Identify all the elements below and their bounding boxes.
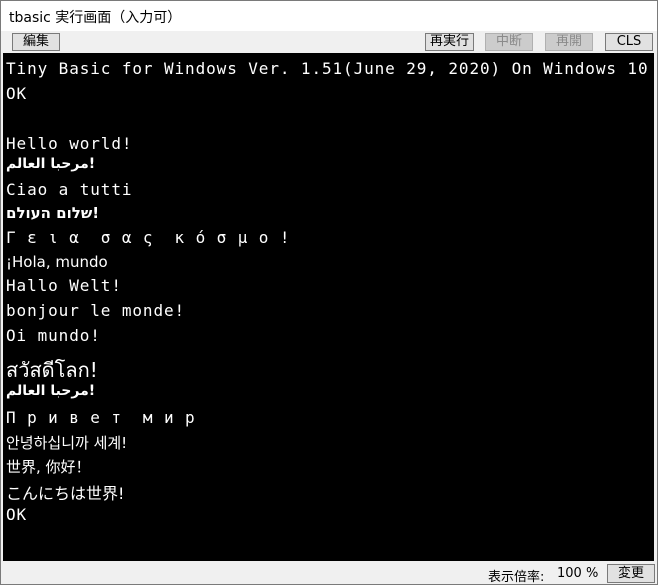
pause-button[interactable]: 中断 bbox=[485, 33, 533, 51]
console-line: ¡Hola, mundo bbox=[6, 253, 108, 271]
rerun-button[interactable]: 再実行 bbox=[425, 33, 474, 51]
status-bar: 表示倍率: 100 % 変更 bbox=[1, 563, 657, 585]
console-line: OK bbox=[6, 505, 28, 524]
title-bar: tbasic 実行画面（入力可） bbox=[1, 1, 657, 31]
console-line: สวัสดีโลก! bbox=[6, 358, 98, 382]
zoom-value: 100 % bbox=[557, 566, 599, 581]
console-line: OK bbox=[6, 84, 28, 103]
console-line: Ciao a tutti bbox=[6, 180, 133, 199]
zoom-label: 表示倍率: bbox=[488, 570, 545, 585]
console-line: П р и в е т м и р bbox=[6, 408, 196, 427]
app-window: tbasic 実行画面（入力可） 編集 再実行 中断 再開 CLS Tiny B… bbox=[0, 0, 658, 585]
console-line: Oi mundo! bbox=[6, 326, 101, 345]
toolbar: 編集 再実行 中断 再開 CLS bbox=[1, 31, 657, 53]
console-output[interactable]: Tiny Basic for Windows Ver. 1.51(June 29… bbox=[3, 53, 654, 561]
console-line: Tiny Basic for Windows Ver. 1.51(June 29… bbox=[6, 59, 649, 78]
resume-button[interactable]: 再開 bbox=[545, 33, 593, 51]
console-line: !مرحبا العالم bbox=[6, 383, 96, 399]
console-line: こんにちは世界! bbox=[6, 484, 125, 503]
console-line: !مرحبا العالم bbox=[6, 156, 96, 172]
console-line: 안녕하십니까 세계! bbox=[6, 434, 128, 452]
cls-button[interactable]: CLS bbox=[605, 33, 653, 51]
console-line: Hallo Welt! bbox=[6, 276, 122, 295]
console-line: bonjour le monde! bbox=[6, 301, 186, 320]
console-line: !שלום העולם bbox=[6, 204, 100, 222]
console-line: Hello world! bbox=[6, 134, 133, 153]
window-title: tbasic 実行画面（入力可） bbox=[9, 10, 182, 26]
console-line: 世界, 你好！ bbox=[6, 458, 91, 476]
edit-button[interactable]: 編集 bbox=[12, 33, 60, 51]
console-line: Γ ε ι α σ α ς κ ό σ μ ο ! bbox=[6, 228, 291, 247]
change-zoom-button[interactable]: 変更 bbox=[607, 564, 655, 583]
